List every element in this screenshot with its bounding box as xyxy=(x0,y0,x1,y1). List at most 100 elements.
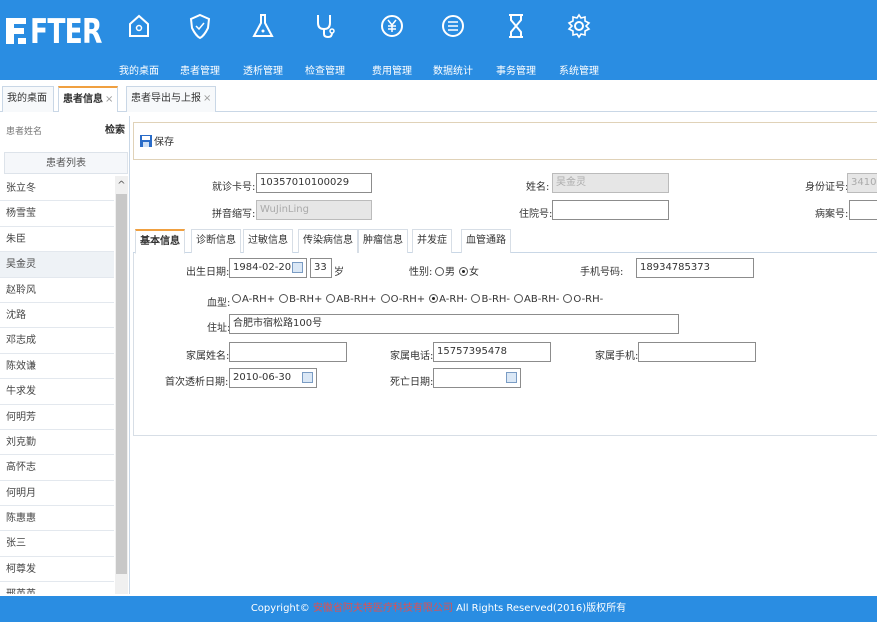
birth-date-field[interactable]: 1984-02-20 xyxy=(229,258,307,278)
nav-item-7[interactable]: 系统管理 xyxy=(548,0,610,80)
blood-type-radio[interactable] xyxy=(279,294,289,303)
patient-list-item[interactable]: 何明芳 xyxy=(0,405,114,430)
calendar-icon[interactable] xyxy=(302,372,313,383)
yuan-icon xyxy=(381,15,403,37)
patient-list: 张立冬 杨雪莹 朱臣 吴金灵 赵聆风 沈路 邓志成 陈效谦 牛求发 何明芳 刘克勤 高怀志 何明月 陈惠惠… xyxy=(0,176,114,594)
patient-list-item[interactable]: 柯尊发 xyxy=(0,557,114,583)
bottom-strip xyxy=(0,622,877,636)
family-phone-label: 家属电话: xyxy=(390,351,434,362)
detail-tab-6[interactable]: 血管通路 xyxy=(461,229,511,253)
death-date-field[interactable] xyxy=(433,368,521,388)
patient-list-item[interactable]: 邓志成 xyxy=(0,328,114,354)
patient-list-item[interactable]: 杨雪莹 xyxy=(0,201,114,227)
tab-1[interactable]: 患者信息 × xyxy=(58,86,119,112)
age-unit-label: 岁 xyxy=(334,267,344,278)
nav-item-label: 我的桌面 xyxy=(119,66,159,77)
blood-type-radio[interactable] xyxy=(563,294,573,303)
nav-item-5[interactable]: 数据统计 xyxy=(422,0,484,80)
list-icon xyxy=(442,15,464,37)
detail-tab-0[interactable]: 基本信息 xyxy=(135,229,185,254)
case-no-field[interactable] xyxy=(849,200,877,220)
basic-info-panel: 出生日期: 1984-02-20 33 岁 性别: 男女 手机号码: 18934… xyxy=(133,253,877,436)
first-dialysis-field[interactable]: 2010-06-30 xyxy=(229,368,317,388)
tab-0[interactable]: 我的桌面 xyxy=(2,86,54,112)
sex-radio[interactable] xyxy=(459,267,468,276)
nav-item-label: 数据统计 xyxy=(433,66,473,77)
close-icon[interactable]: × xyxy=(203,93,211,104)
top-header: FTER 我的桌面 患者管理 透析管理 检查管理 费用管理 数据统计 事务管理 系统管理 xyxy=(0,0,877,80)
detail-tab-4[interactable]: 肿瘤信息 xyxy=(358,229,408,253)
first-dialysis-value: 2010-06-30 xyxy=(233,372,292,383)
patient-list-item[interactable]: 高怀志 xyxy=(0,455,114,481)
app-logo: FTER xyxy=(30,12,102,52)
family-phone-field[interactable]: 15757395478 xyxy=(433,342,551,362)
tab-label: 患者导出与上报 xyxy=(131,93,201,104)
detail-tab-2[interactable]: 过敏信息 xyxy=(243,229,293,253)
mobile-field[interactable]: 18934785373 xyxy=(636,258,754,278)
birth-date-value: 1984-02-20 xyxy=(233,262,292,273)
copyright-suffix: All Rights Reserved(2016)版权所有 xyxy=(456,603,627,614)
gear-icon xyxy=(567,13,591,39)
nav-item-2[interactable]: 透析管理 xyxy=(232,0,294,80)
blood-type-radio[interactable] xyxy=(380,294,390,303)
nav-item-3[interactable]: 检查管理 xyxy=(294,0,356,80)
death-date-label: 死亡日期: xyxy=(390,377,434,388)
nav-item-4[interactable]: 费用管理 xyxy=(361,0,423,80)
patient-list-item[interactable]: 邢英英 xyxy=(0,582,114,594)
search-button[interactable]: 检索 xyxy=(102,120,128,142)
family-name-field[interactable] xyxy=(229,342,347,362)
mobile-label: 手机号码: xyxy=(580,267,624,278)
patient-list-item[interactable]: 朱臣 xyxy=(0,227,114,253)
patient-search-input[interactable] xyxy=(2,122,100,142)
blood-type-radio[interactable] xyxy=(232,294,241,303)
nav-item-label: 患者管理 xyxy=(180,66,220,77)
company-name: 安徽省阿夫特医疗科技有限公司 xyxy=(312,603,453,614)
hourglass-icon xyxy=(509,14,523,38)
blood-type-option-label: O-RH- xyxy=(573,294,604,305)
blood-type-option-label: B-RH+ xyxy=(289,294,323,305)
blood-type-option-label: AB-RH- xyxy=(524,294,560,305)
patient-list-item[interactable]: 张三 xyxy=(0,531,114,557)
card-no-field[interactable]: 10357010100029 xyxy=(256,173,372,193)
patient-list-item[interactable]: 张立冬 xyxy=(0,176,114,202)
detail-tab-3[interactable]: 传染病信息 xyxy=(298,229,358,253)
family-mobile-label: 家属手机: xyxy=(595,351,639,362)
pinyin-field[interactable]: WuJinLing xyxy=(256,200,372,220)
nav-item-label: 系统管理 xyxy=(559,66,599,77)
scroll-up-icon[interactable]: ^ xyxy=(116,180,127,192)
copyright-prefix: Copyright© xyxy=(250,603,310,614)
blood-type-radio[interactable] xyxy=(514,294,524,303)
name-field[interactable]: 吴金灵 xyxy=(552,173,669,193)
age-field[interactable]: 33 xyxy=(310,258,332,278)
patient-list-item[interactable]: 赵聆风 xyxy=(0,278,114,303)
patient-list-item[interactable]: 陈效谦 xyxy=(0,354,114,380)
patient-list-item[interactable]: 牛求发 xyxy=(0,379,114,405)
inpatient-no-field[interactable] xyxy=(552,200,669,220)
patient-list-item[interactable]: 沈路 xyxy=(0,303,114,329)
nav-item-6[interactable]: 事务管理 xyxy=(485,0,547,80)
detail-tab-5[interactable]: 并发症 xyxy=(412,229,452,253)
id-card-field[interactable]: 3410 xyxy=(847,173,877,193)
patient-list-item[interactable]: 刘克勤 xyxy=(0,430,114,456)
tab-2[interactable]: 患者导出与上报 × xyxy=(126,86,217,112)
case-no-label: 病案号: xyxy=(815,209,849,220)
blood-type-radio[interactable] xyxy=(326,294,336,303)
patient-list-item[interactable]: 吴金灵 xyxy=(0,252,114,278)
nav-item-0[interactable]: 我的桌面 xyxy=(108,0,170,80)
address-field[interactable]: 合肥市宿松路100号 xyxy=(229,314,679,334)
blood-type-radio[interactable] xyxy=(429,294,439,303)
patient-list-item[interactable]: 陈惠惠 xyxy=(0,506,114,532)
calendar-icon[interactable] xyxy=(292,262,303,273)
save-label: 保存 xyxy=(154,137,174,148)
app-window: FTER 我的桌面 患者管理 透析管理 检查管理 费用管理 数据统计 事务管理 系统管理 我的… xyxy=(0,0,877,636)
sex-radio[interactable] xyxy=(435,267,444,276)
scrollbar-thumb[interactable] xyxy=(116,194,127,574)
family-mobile-field[interactable] xyxy=(638,342,756,362)
detail-tab-1[interactable]: 诊断信息 xyxy=(191,229,241,253)
patient-list-item[interactable]: 何明月 xyxy=(0,481,114,507)
close-icon[interactable]: × xyxy=(105,94,113,105)
nav-item-1[interactable]: 患者管理 xyxy=(169,0,231,80)
save-button[interactable]: 保存 xyxy=(140,135,174,155)
blood-type-radio[interactable] xyxy=(471,294,481,303)
calendar-icon[interactable] xyxy=(506,372,517,383)
